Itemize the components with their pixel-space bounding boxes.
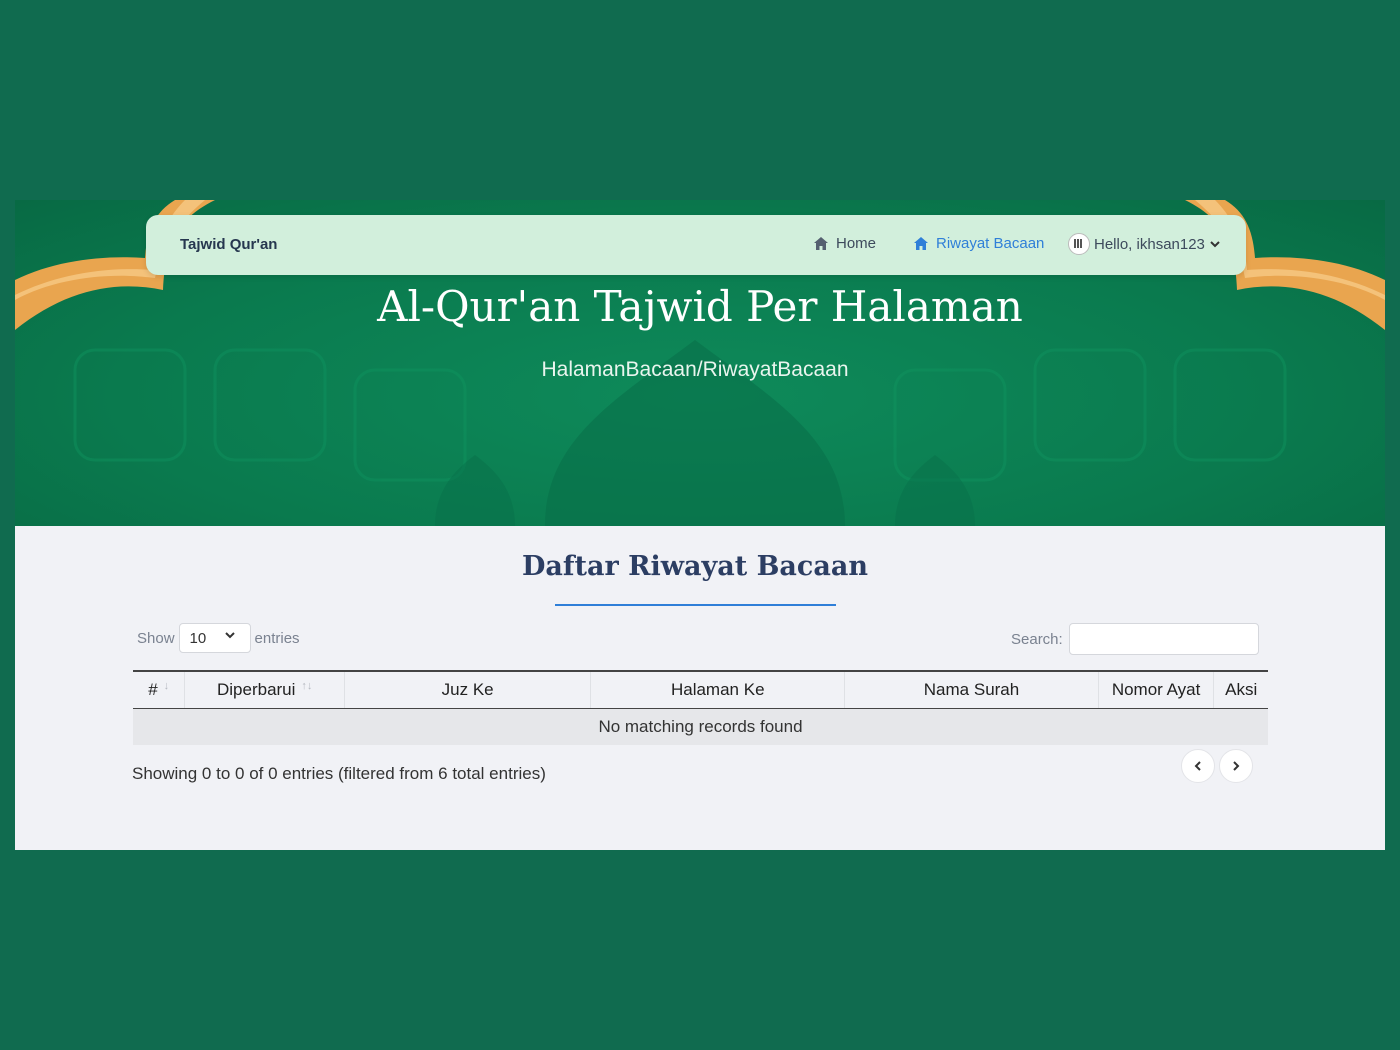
table-info: Showing 0 to 0 of 0 entries (filtered fr… xyxy=(132,764,546,783)
nav-riwayat-bacaan[interactable]: Riwayat Bacaan xyxy=(914,235,1044,252)
avatar xyxy=(1068,233,1090,255)
navbar: Tajwid Qur'an Home Riwayat Bacaan Hello,… xyxy=(146,215,1246,275)
empty-message: No matching records found xyxy=(133,708,1268,745)
entries-label: entries xyxy=(254,629,300,647)
nav-riwayat-label: Riwayat Bacaan xyxy=(936,235,1045,252)
title-underline xyxy=(555,604,836,606)
column-header-diperbarui[interactable]: Diperbarui ↑↓ xyxy=(184,670,346,709)
home-icon xyxy=(914,237,928,250)
user-menu[interactable]: Hello, ikhsan123 xyxy=(1068,233,1221,255)
table-header-row: # ↓ Diperbarui ↑↓ Juz Ke Halaman Ke Nama S… xyxy=(133,670,1268,709)
table-row: No matching records found xyxy=(133,708,1268,745)
riwayat-table: # ↓ Diperbarui ↑↓ Juz Ke Halaman Ke Nama S… xyxy=(133,670,1268,745)
column-header-halaman[interactable]: Halaman Ke xyxy=(590,670,846,709)
chevron-left-icon xyxy=(1194,761,1201,771)
user-greeting: Hello, ikhsan123 xyxy=(1094,235,1205,253)
nav-home[interactable]: Home xyxy=(814,235,876,252)
search-label: Search: xyxy=(1011,630,1063,648)
search-input[interactable] xyxy=(1068,623,1259,655)
hero-banner: Tajwid Qur'an Home Riwayat Bacaan Hello,… xyxy=(15,200,1385,526)
next-page-button[interactable] xyxy=(1219,749,1253,783)
sort-icon: ↑↓ xyxy=(301,680,313,692)
column-header-nama-surah[interactable]: Nama Surah xyxy=(844,670,1099,709)
entries-select[interactable]: 10 xyxy=(178,623,251,653)
chevron-right-icon xyxy=(1233,761,1240,771)
section-title: Daftar Riwayat Bacaan xyxy=(522,551,868,582)
home-icon xyxy=(814,237,828,250)
previous-page-button[interactable] xyxy=(1181,749,1215,783)
breadcrumb: HalamanBacaan/RiwayatBacaan xyxy=(541,358,849,381)
search-control: Search: xyxy=(1011,623,1259,655)
column-header-aksi[interactable]: Aksi xyxy=(1213,670,1268,709)
entries-select-value: 10 xyxy=(189,630,207,647)
chevron-down-icon xyxy=(1210,241,1220,248)
column-header-number[interactable]: # ↓ xyxy=(133,670,186,709)
chevron-down-icon xyxy=(224,628,236,643)
brand-link[interactable]: Tajwid Qur'an xyxy=(180,236,277,253)
page-title: Al-Qur'an Tajwid Per Halaman xyxy=(377,282,1023,331)
show-label: Show xyxy=(137,629,175,647)
column-header-juz[interactable]: Juz Ke xyxy=(344,670,592,709)
entries-length-control: Show 10 entries xyxy=(137,623,300,653)
column-header-nomor-ayat[interactable]: Nomor Ayat xyxy=(1098,670,1215,709)
nav-home-label: Home xyxy=(836,235,877,252)
sort-icon: ↓ xyxy=(163,680,170,692)
app-frame: Tajwid Qur'an Home Riwayat Bacaan Hello,… xyxy=(15,200,1385,850)
